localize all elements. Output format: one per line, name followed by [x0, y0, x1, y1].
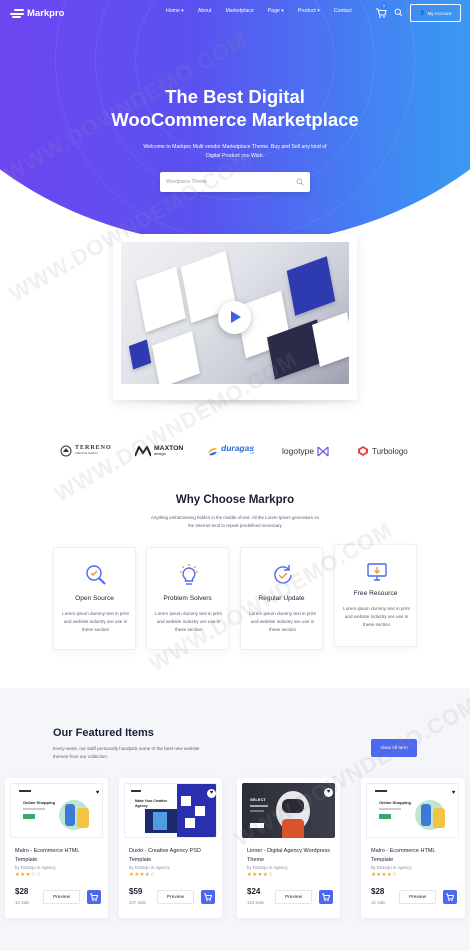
play-icon	[231, 311, 241, 323]
menu-item-about[interactable]: About	[198, 8, 212, 14]
user-icon: 👤	[419, 10, 426, 15]
menu-item-home[interactable]: Home ▾	[166, 8, 184, 14]
feature-card-open-source: Open Source Lorem ipsum dummy text in pr…	[53, 547, 136, 650]
cart-icon[interactable]	[375, 7, 387, 19]
product-price: $24	[247, 887, 261, 896]
menu-item-page[interactable]: Page ▾	[268, 8, 284, 14]
product-price: $59	[129, 887, 143, 896]
logo-text: Markpro	[27, 8, 65, 19]
why-choose-subtitle: Anything embarrassing hidden in the midd…	[150, 515, 320, 528]
monitor-icon	[367, 563, 387, 581]
feature-title: Free Resource	[353, 590, 398, 597]
product-card[interactable]: Online Shopping ♥ Malro - Ecommerce HTML…	[361, 778, 465, 918]
logo[interactable]: Markpro	[10, 8, 64, 19]
menu-item-marketplace[interactable]: Marketplace	[225, 8, 253, 14]
logo-icon	[10, 9, 24, 18]
add-to-cart-button[interactable]	[87, 890, 101, 904]
play-button[interactable]	[218, 301, 251, 334]
top-navbar: Markpro Home ▾ About Marketplace Page ▾ …	[0, 0, 470, 26]
product-author: by DivDojo in Agency	[247, 865, 288, 870]
product-name[interactable]: Linner - Digital Agency Wordpress Theme	[247, 847, 335, 864]
product-sales: 247 Sale	[129, 900, 146, 905]
search-icon[interactable]	[394, 8, 403, 17]
product-author: by DivDojo in Agency	[371, 865, 412, 870]
add-to-cart-button[interactable]	[201, 890, 215, 904]
product-author: by DivDojo in Agency	[129, 865, 170, 870]
product-price: $28	[15, 887, 29, 896]
product-name[interactable]: Malro - Ecommerce HTML Template	[371, 847, 459, 864]
add-to-cart-button[interactable]	[319, 890, 333, 904]
preview-button[interactable]: Preview	[43, 890, 80, 904]
featured-title: Our Featured Items	[53, 727, 154, 739]
brand-logo-logotype: logotype	[282, 442, 329, 460]
cart-icon	[90, 893, 99, 902]
cart-count-badge: 0	[381, 3, 387, 9]
cart-icon	[446, 893, 455, 902]
product-author: by DivDojo in Agency	[15, 865, 56, 870]
main-menu: Home ▾ About Marketplace Page ▾ Product …	[166, 8, 366, 14]
product-sales: 12 Sale	[15, 900, 30, 905]
product-thumbnail[interactable]: Make Your Creative Agency ♥	[124, 783, 217, 838]
rating-stars: ★★★☆☆	[15, 872, 42, 878]
feature-description: Lorem ipsum dummy text in print and webs…	[62, 611, 129, 632]
brand-logo-duragas: duragas CO	[207, 442, 254, 460]
add-to-cart-button[interactable]	[443, 890, 457, 904]
product-card[interactable]: Online Shopping ♥ Malro - Ecommerce HTML…	[5, 778, 108, 918]
my-account-button[interactable]: 👤 My Account	[410, 4, 461, 22]
cart-icon	[322, 893, 331, 902]
heart-icon[interactable]: ♥	[93, 789, 102, 798]
preview-button[interactable]: Preview	[275, 890, 312, 904]
search-icon[interactable]	[296, 178, 304, 186]
feature-description: Lorem ipsum dummy text in print and webs…	[343, 606, 410, 627]
heart-icon[interactable]: ♥	[449, 789, 458, 798]
menu-item-product[interactable]: Product ▾	[298, 8, 320, 14]
my-account-label: My Account	[427, 10, 452, 16]
feature-title: Problem Solvers	[163, 595, 212, 602]
preview-button[interactable]: Preview	[399, 890, 436, 904]
brand-logo-turbologo: Turbologo	[357, 442, 408, 460]
rating-stars: ★★★★☆	[247, 872, 274, 878]
featured-subtitle: Every week, our staff personally handpic…	[53, 746, 200, 759]
rating-stars: ★★★★☆	[129, 872, 156, 878]
product-name[interactable]: Duxlo - Creative Agency PSD Template	[129, 847, 217, 864]
product-price: $28	[371, 887, 385, 896]
page: Markpro Home ▾ About Marketplace Page ▾ …	[0, 0, 470, 951]
search-check-icon	[86, 565, 106, 585]
menu-item-contact[interactable]: Contact	[334, 8, 352, 14]
product-card[interactable]: Make Your Creative Agency ♥ Duxlo - Crea…	[119, 778, 222, 918]
product-sales: 124 Sale	[247, 900, 264, 905]
cart-icon	[204, 893, 213, 902]
heart-icon[interactable]: ♥	[207, 789, 216, 798]
product-thumbnail[interactable]: Online Shopping ♥	[366, 783, 459, 838]
lightbulb-icon	[180, 564, 198, 585]
product-sales: 12 Sale	[371, 900, 386, 905]
feature-title: Open Source	[75, 595, 114, 602]
product-name[interactable]: Malro - Ecommerce HTML Template	[15, 847, 103, 864]
rating-stars: ★★★★☆	[371, 872, 398, 878]
product-thumbnail[interactable]: Online Shopping ♥	[10, 783, 103, 838]
preview-button[interactable]: Preview	[157, 890, 194, 904]
